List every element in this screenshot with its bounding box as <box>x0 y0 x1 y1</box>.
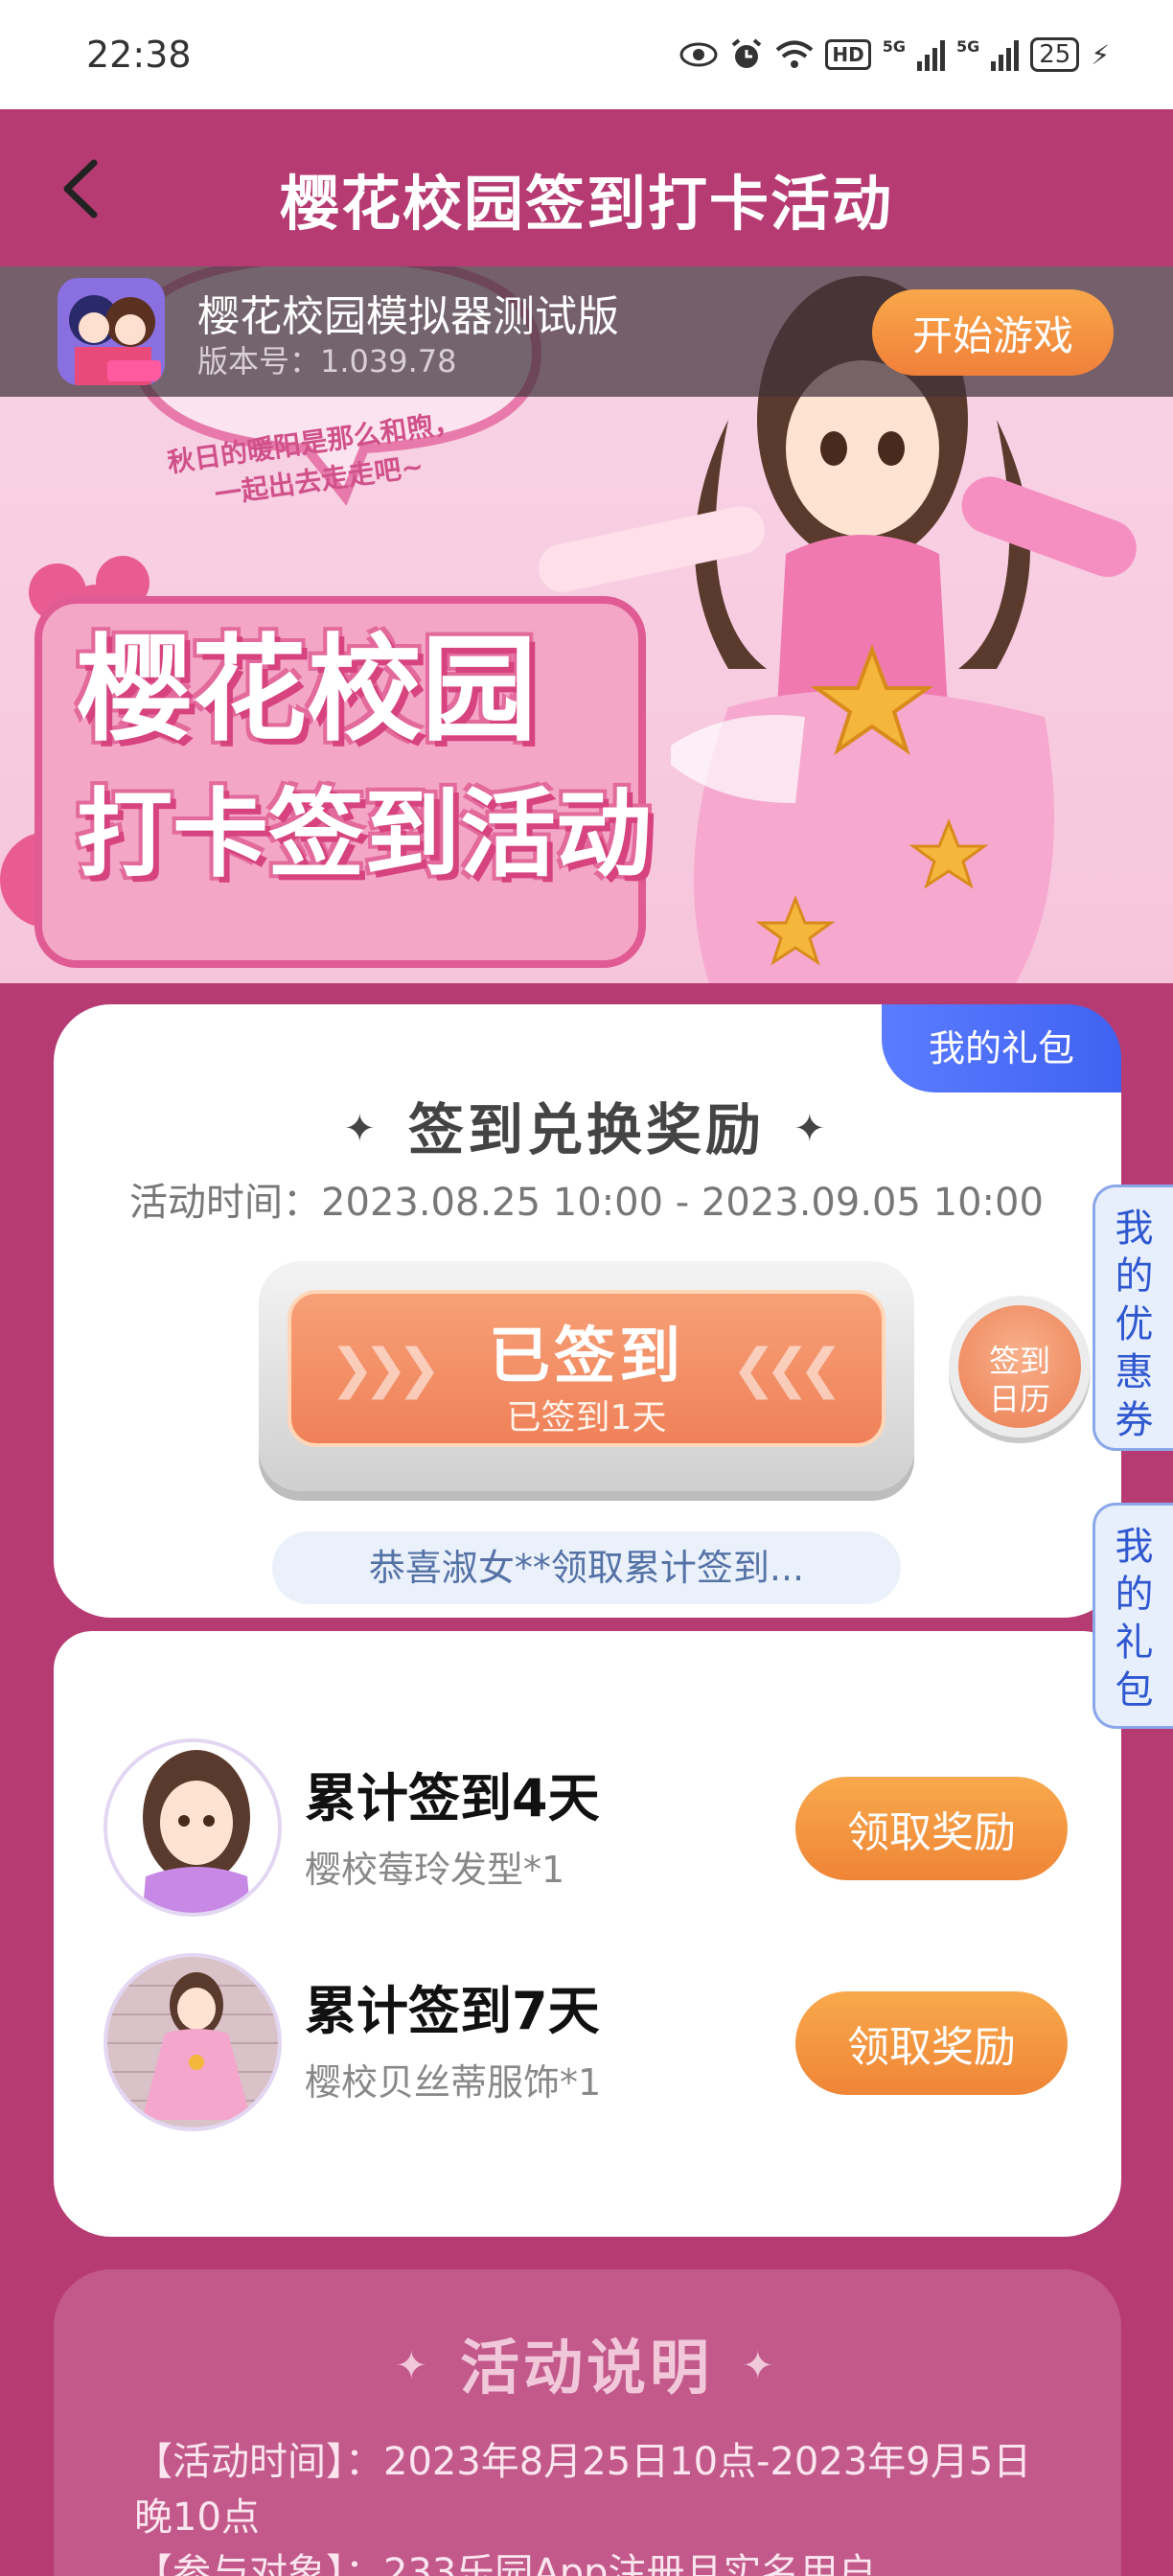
reward-avatar <box>104 1953 282 2131</box>
alarm-icon <box>732 38 762 68</box>
game-info-bar: 樱花校园模拟器测试版 版本号：1.039.78 开始游戏 <box>0 266 1173 397</box>
signed-in-button[interactable]: ❯❯❯ ❮❮❮ 已签到 已签到1天 <box>288 1290 886 1447</box>
activity-time: 活动时间：2023.08.25 10:00 - 2023.09.05 10:00 <box>129 1181 1044 1225</box>
status-time: 22:38 <box>86 34 192 76</box>
game-app-icon[interactable] <box>58 278 165 385</box>
signin-calendar-button[interactable]: 签到 日历 <box>949 1296 1091 1438</box>
signal-icon <box>991 38 1020 71</box>
reward-description: 樱校贝丝蒂服饰*1 <box>305 2061 602 2104</box>
charging-icon: ⚡ <box>1091 38 1110 71</box>
status-icons: HD 5G 5G 25 ⚡ <box>679 37 1110 72</box>
rewards-card <box>54 1631 1121 2237</box>
my-gift-tab[interactable]: 我的礼包 <box>882 1004 1121 1092</box>
signed-days: 已签到1天 <box>506 1398 667 1438</box>
eye-icon <box>679 42 718 67</box>
sparkle-icon: ✦ <box>794 1107 830 1151</box>
sparkle-icon: ✦ <box>343 1107 380 1151</box>
signed-in-label: 已签到 <box>489 1322 684 1392</box>
reward-title: 累计签到4天 <box>305 1768 600 1828</box>
reward-description: 樱校莓玲发型*1 <box>305 1849 565 1891</box>
battery-icon: 25 <box>1030 37 1080 72</box>
title-bar: 樱花校园签到打卡活动 <box>0 109 1173 266</box>
network-type-2: 5G <box>955 37 980 56</box>
wifi-icon <box>776 40 814 68</box>
signin-section-title: ✦ 签到兑换奖励 ✦ <box>343 1097 830 1162</box>
banner-title: 樱花校园 打卡签到活动 <box>77 624 652 890</box>
explanation-text: 【活动时间】：2023年8月25日10点-2023年9月5日晚10点 【参与对象… <box>134 2440 1032 2576</box>
sparkle-icon: ✦ <box>395 2344 431 2388</box>
reward-title: 累计签到7天 <box>305 1981 600 2041</box>
game-version: 版本号：1.039.78 <box>197 343 457 380</box>
status-bar: 22:38 HD 5G 5G 25 ⚡ <box>0 0 1173 109</box>
start-game-button[interactable]: 开始游戏 <box>872 289 1114 376</box>
my-coupons-tab[interactable]: 我 的 优 惠 券 <box>1092 1184 1173 1451</box>
hd-icon: HD <box>825 39 871 70</box>
page-title: 樱花校园签到打卡活动 <box>279 169 893 239</box>
sparkle-icon: ✦ <box>742 2344 778 2388</box>
network-type-1: 5G <box>882 37 906 56</box>
signal-icon <box>916 38 945 71</box>
explanation-title: ✦ 活动说明 ✦ <box>395 2333 778 2403</box>
claim-reward-button[interactable]: 领取奖励 <box>795 1991 1068 2095</box>
claim-reward-button[interactable]: 领取奖励 <box>795 1777 1068 1880</box>
reward-avatar <box>104 1738 282 1917</box>
my-gifts-side-tab[interactable]: 我 的 礼 包 <box>1092 1503 1173 1729</box>
game-name: 樱花校园模拟器测试版 <box>197 292 619 341</box>
announcement-marquee: 恭喜淑女**领取累计签到... <box>272 1531 901 1604</box>
